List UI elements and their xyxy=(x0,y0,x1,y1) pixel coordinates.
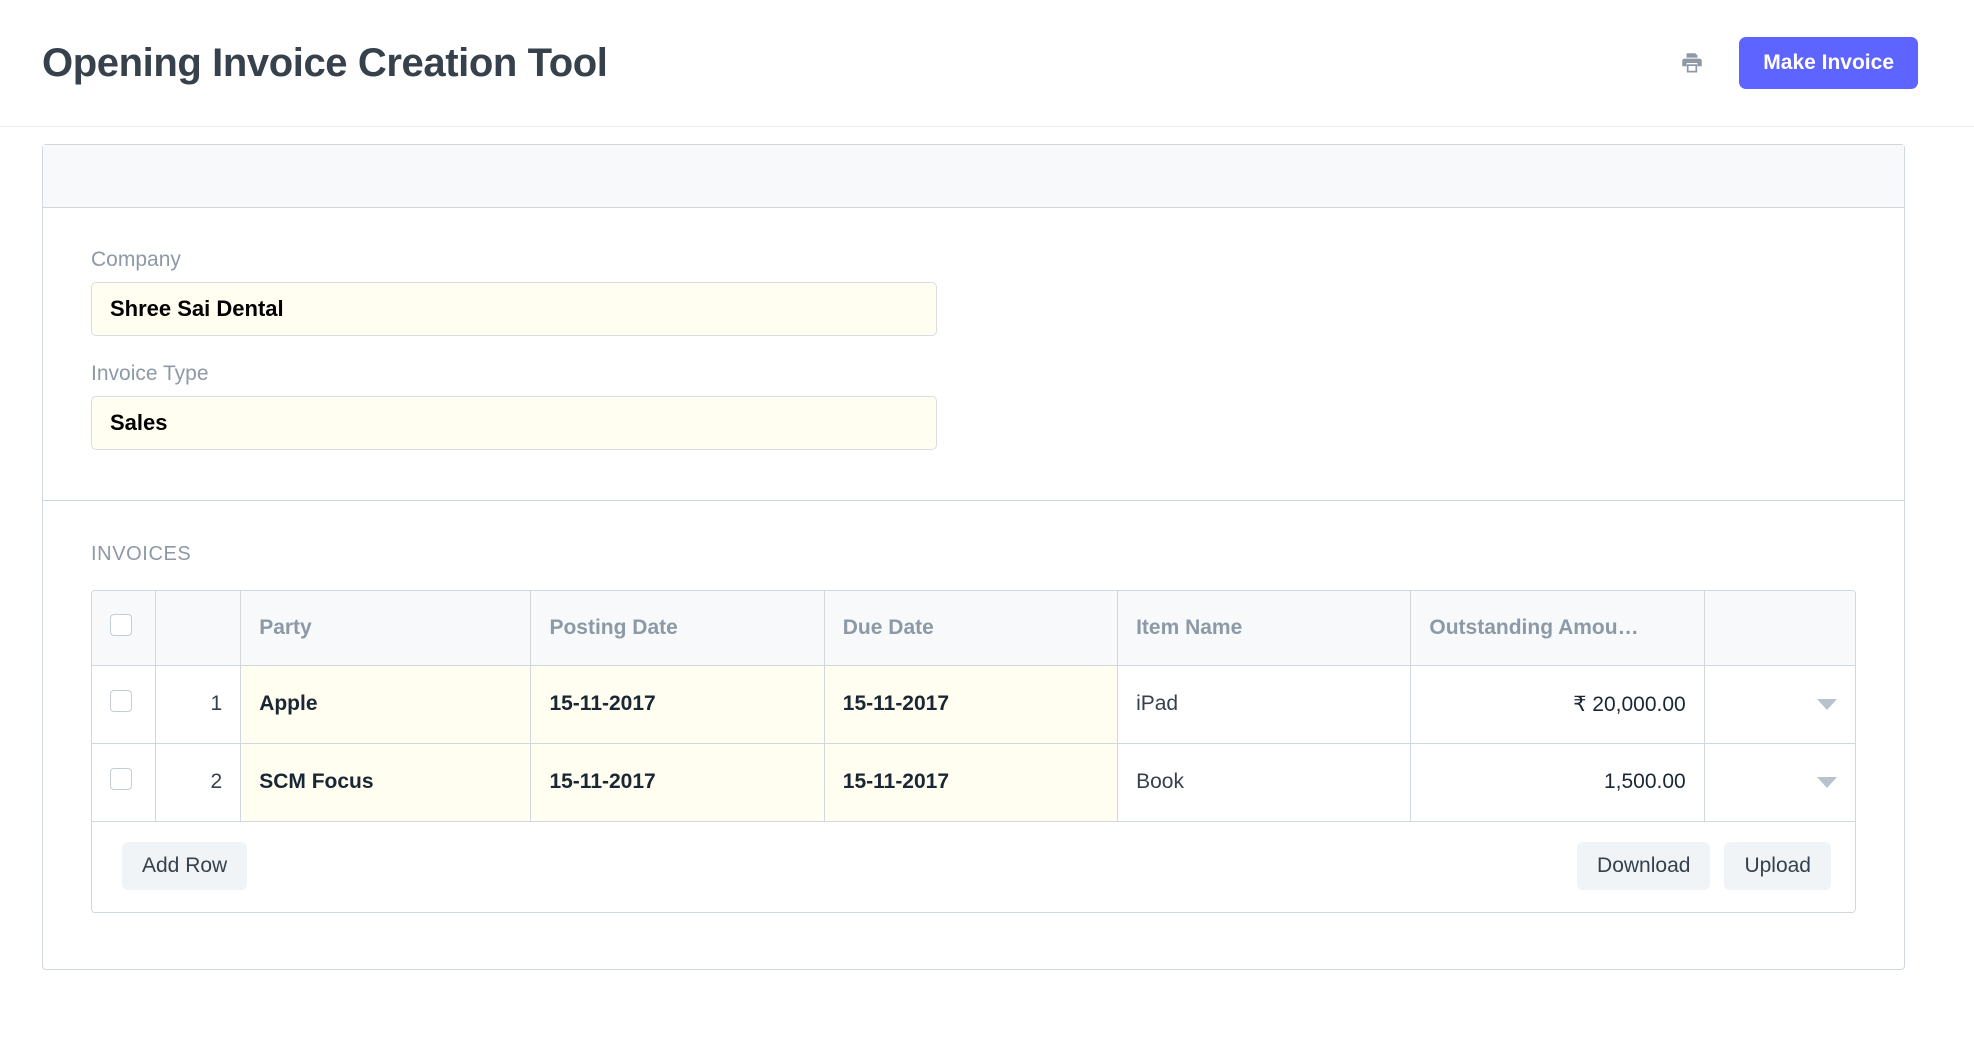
company-input[interactable]: Shree Sai Dental xyxy=(91,282,937,336)
cell-posting-date[interactable]: 15-11-2017 xyxy=(531,743,824,821)
row-select-cell xyxy=(92,665,155,743)
make-invoice-button[interactable]: Make Invoice xyxy=(1739,37,1918,89)
print-button[interactable] xyxy=(1675,46,1709,80)
page-header: Opening Invoice Creation Tool Make Invoi… xyxy=(0,0,1974,127)
invoice-type-label: Invoice Type xyxy=(91,362,1904,386)
row-checkbox[interactable] xyxy=(110,768,132,790)
cell-party[interactable]: Apple xyxy=(241,665,531,743)
field-invoice-type: Invoice Type Sales xyxy=(91,362,1904,450)
cell-outstanding-amount[interactable]: 1,500.00 xyxy=(1411,743,1704,821)
column-header-posting-date[interactable]: Posting Date xyxy=(531,591,824,665)
select-all-header xyxy=(92,591,155,665)
grid-footer-actions: Download Upload xyxy=(1577,842,1831,890)
column-header-due-date[interactable]: Due Date xyxy=(824,591,1117,665)
invoices-table: Party Posting Date Due Date Item Name Ou… xyxy=(92,591,1855,821)
invoices-section: INVOICES Party Posting Date Due Date xyxy=(43,501,1904,969)
row-index: 2 xyxy=(155,743,241,821)
row-index: 1 xyxy=(155,665,241,743)
table-header-row: Party Posting Date Due Date Item Name Ou… xyxy=(92,591,1855,665)
cell-item-name[interactable]: iPad xyxy=(1118,665,1411,743)
cell-party[interactable]: SCM Focus xyxy=(241,743,531,821)
cell-item-name[interactable]: Book xyxy=(1118,743,1411,821)
index-header xyxy=(155,591,241,665)
select-all-checkbox[interactable] xyxy=(110,614,132,636)
grid-footer: Add Row Download Upload xyxy=(92,821,1855,912)
row-menu-button[interactable] xyxy=(1704,665,1855,743)
table-row: 2 SCM Focus 15-11-2017 15-11-2017 Book 1… xyxy=(92,743,1855,821)
cell-posting-date[interactable]: 15-11-2017 xyxy=(531,665,824,743)
add-row-button[interactable]: Add Row xyxy=(122,842,247,890)
table-row: 1 Apple 15-11-2017 15-11-2017 iPad ₹ 20,… xyxy=(92,665,1855,743)
cell-due-date[interactable]: 15-11-2017 xyxy=(824,743,1117,821)
row-checkbox[interactable] xyxy=(110,690,132,712)
column-header-actions xyxy=(1704,591,1855,665)
cell-outstanding-amount[interactable]: ₹ 20,000.00 xyxy=(1411,665,1704,743)
invoice-type-input[interactable]: Sales xyxy=(91,396,937,450)
row-select-cell xyxy=(92,743,155,821)
header-actions: Make Invoice xyxy=(1675,37,1918,89)
column-header-party[interactable]: Party xyxy=(241,591,531,665)
invoices-grid: Party Posting Date Due Date Item Name Ou… xyxy=(91,590,1856,913)
form-section: Company Shree Sai Dental Invoice Type Sa… xyxy=(43,208,1904,501)
printer-icon xyxy=(1679,50,1705,76)
download-button[interactable]: Download xyxy=(1577,842,1710,890)
company-label: Company xyxy=(91,248,1904,272)
column-header-item-name[interactable]: Item Name xyxy=(1118,591,1411,665)
row-menu-button[interactable] xyxy=(1704,743,1855,821)
card-top-strip xyxy=(43,145,1904,208)
form-card: Company Shree Sai Dental Invoice Type Sa… xyxy=(42,144,1905,970)
cell-due-date[interactable]: 15-11-2017 xyxy=(824,665,1117,743)
field-company: Company Shree Sai Dental xyxy=(91,248,1904,336)
column-header-outstanding-amount[interactable]: Outstanding Amou… xyxy=(1411,591,1704,665)
page-title: Opening Invoice Creation Tool xyxy=(42,41,607,86)
chevron-down-icon xyxy=(1817,777,1837,788)
chevron-down-icon xyxy=(1817,699,1837,710)
invoices-section-title: INVOICES xyxy=(91,543,1856,566)
upload-button[interactable]: Upload xyxy=(1724,842,1831,890)
